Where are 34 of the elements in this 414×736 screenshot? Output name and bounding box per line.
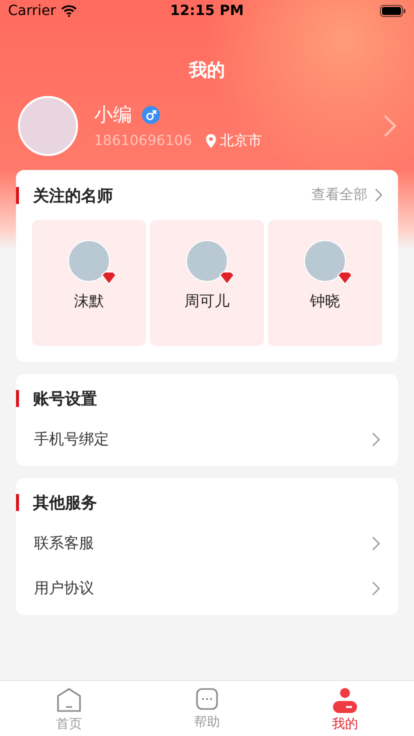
chevron-right-icon: [371, 536, 380, 551]
gem-icon: [101, 271, 117, 285]
carrier-label: Carrier: [8, 3, 56, 19]
phone-number: 18610696106: [94, 133, 192, 149]
section-title: 关注的名师: [16, 186, 113, 204]
teacher-card[interactable]: 钟晓: [268, 220, 382, 346]
chevron-right-icon: [371, 432, 380, 447]
male-icon: [142, 106, 160, 124]
menu-row[interactable]: 联系客服: [16, 521, 398, 566]
page-title: 我的: [189, 60, 225, 81]
chevron-right-icon: [371, 581, 380, 596]
teacher-name: 周可儿: [184, 292, 230, 311]
wifi-icon: [60, 5, 77, 17]
teacher-name: 钟晓: [310, 292, 340, 311]
teacher-card[interactable]: 周可儿: [150, 220, 264, 346]
home-icon: [56, 687, 82, 713]
user-icon: [333, 687, 357, 713]
status-time: 12:15 PM: [170, 3, 244, 19]
gem-icon: [337, 271, 353, 285]
section-title: 其他服务: [16, 494, 97, 511]
location-pin-icon: [206, 134, 216, 148]
chat-dots-icon: [195, 687, 219, 711]
menu-row[interactable]: 手机号绑定: [16, 417, 398, 462]
user-name: 小编: [94, 103, 132, 128]
battery-icon: [380, 5, 406, 17]
teacher-card[interactable]: 沫默: [32, 220, 146, 346]
teacher-name: 沫默: [74, 292, 104, 311]
city-label: 北京市: [220, 132, 262, 150]
menu-row[interactable]: 用户协议: [16, 566, 398, 611]
gem-icon: [219, 271, 235, 285]
section-title: 账号设置: [16, 390, 97, 407]
tab-item[interactable]: 我的: [276, 681, 414, 736]
chevron-right-icon: [374, 188, 382, 202]
chevron-right-icon: [382, 114, 396, 138]
